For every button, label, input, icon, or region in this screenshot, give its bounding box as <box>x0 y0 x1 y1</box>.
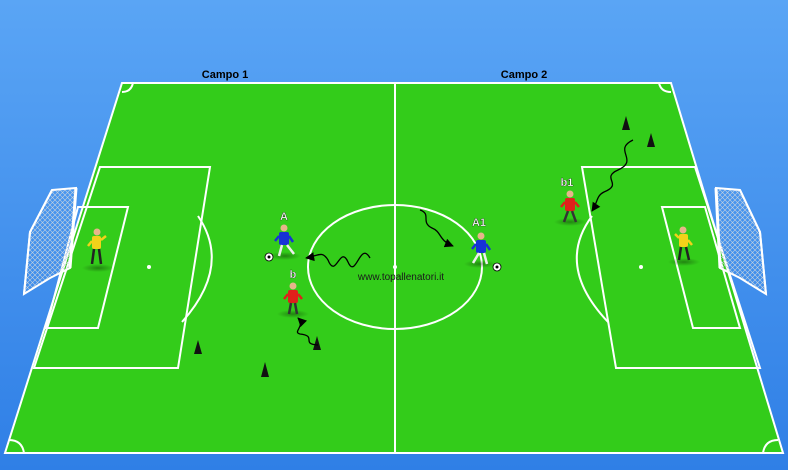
center-spot <box>393 265 397 269</box>
drill-diagram: Campo 1 Campo 2 A b A1 b1 www.topallenat… <box>0 0 788 470</box>
soccer-ball-icon <box>264 252 274 262</box>
right-penalty-spot <box>639 265 643 269</box>
watermark: www.topallenatori.it <box>357 272 444 283</box>
player-label-b1: b1 <box>561 177 574 189</box>
player-label-b: b <box>290 269 297 281</box>
diagram-canvas: Campo 1 Campo 2 A b A1 b1 www.topallenat… <box>0 0 788 470</box>
field-label-right: Campo 2 <box>501 69 547 81</box>
soccer-ball-icon <box>492 262 502 272</box>
left-penalty-spot <box>147 265 151 269</box>
player-label-A: A <box>280 211 288 223</box>
field-label-left: Campo 1 <box>202 69 248 81</box>
player-label-A1: A1 <box>472 217 486 229</box>
